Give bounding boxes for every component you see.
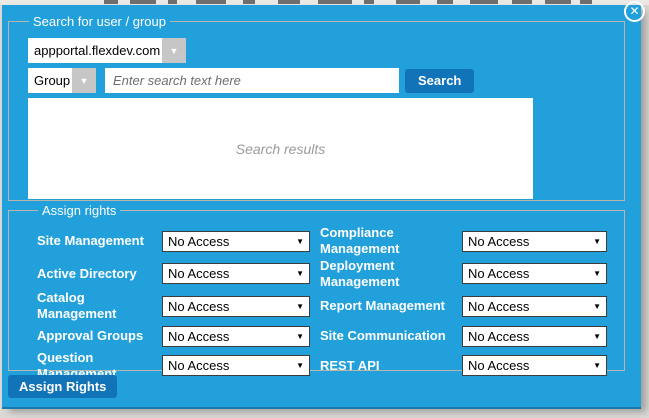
search-groupbox-title: Search for user / group — [29, 14, 170, 29]
chevron-down-icon[interactable]: ▼ — [162, 38, 186, 63]
select-question-management[interactable]: No Access ▼ — [162, 355, 310, 376]
chevron-down-icon: ▼ — [296, 332, 304, 341]
label-site-communication: Site Communication — [310, 328, 462, 344]
select-approval-groups[interactable]: No Access ▼ — [162, 326, 310, 347]
chevron-down-icon: ▼ — [593, 237, 601, 246]
chevron-down-icon: ▼ — [296, 237, 304, 246]
assign-rights-groupbox: Assign rights Site Management No Access … — [8, 203, 625, 371]
select-catalog-management-value: No Access — [168, 299, 229, 314]
chevron-down-icon: ▼ — [593, 332, 601, 341]
select-site-communication-value: No Access — [468, 329, 529, 344]
domain-dropdown-value: appportal.flexdev.com — [28, 38, 162, 63]
search-input[interactable] — [105, 68, 399, 93]
select-site-management[interactable]: No Access ▼ — [162, 231, 310, 252]
label-compliance-management: Compliance Management — [310, 225, 462, 258]
select-catalog-management[interactable]: No Access ▼ — [162, 296, 310, 317]
assign-rights-groupbox-title: Assign rights — [38, 203, 120, 218]
select-report-management-value: No Access — [468, 299, 529, 314]
search-type-dropdown-value: Group — [28, 68, 72, 93]
select-rest-api-value: No Access — [468, 358, 529, 373]
select-report-management[interactable]: No Access ▼ — [462, 296, 607, 317]
select-site-management-value: No Access — [168, 234, 229, 249]
select-approval-groups-value: No Access — [168, 329, 229, 344]
chevron-down-icon: ▼ — [296, 269, 304, 278]
chevron-down-icon[interactable]: ▼ — [72, 68, 96, 93]
chevron-down-icon: ▼ — [593, 269, 601, 278]
label-site-management: Site Management — [37, 233, 162, 249]
search-type-dropdown[interactable]: Group ▼ — [28, 68, 96, 93]
search-results-panel[interactable]: Search results — [28, 98, 533, 199]
select-active-directory[interactable]: No Access ▼ — [162, 263, 310, 284]
label-approval-groups: Approval Groups — [37, 328, 162, 344]
label-rest-api: REST API — [310, 358, 462, 374]
label-report-management: Report Management — [310, 298, 462, 314]
select-deployment-management-value: No Access — [468, 266, 529, 281]
label-deployment-management: Deployment Management — [310, 258, 462, 291]
search-button[interactable]: Search — [405, 69, 474, 93]
label-active-directory: Active Directory — [37, 266, 162, 282]
assign-rights-button[interactable]: Assign Rights — [8, 375, 117, 398]
close-icon[interactable]: ✕ — [624, 1, 645, 22]
assign-rights-dialog: ✕ Search for user / group appportal.flex… — [2, 5, 641, 409]
search-results-placeholder: Search results — [236, 141, 325, 157]
select-compliance-management-value: No Access — [468, 234, 529, 249]
chevron-down-icon: ▼ — [593, 302, 601, 311]
select-site-communication[interactable]: No Access ▼ — [462, 326, 607, 347]
select-rest-api[interactable]: No Access ▼ — [462, 355, 607, 376]
select-deployment-management[interactable]: No Access ▼ — [462, 263, 607, 284]
select-active-directory-value: No Access — [168, 266, 229, 281]
select-question-management-value: No Access — [168, 358, 229, 373]
label-catalog-management: Catalog Management — [37, 290, 162, 323]
domain-dropdown[interactable]: appportal.flexdev.com ▼ — [28, 38, 186, 63]
chevron-down-icon: ▼ — [296, 361, 304, 370]
chevron-down-icon: ▼ — [593, 361, 601, 370]
chevron-down-icon: ▼ — [296, 302, 304, 311]
search-groupbox: Search for user / group appportal.flexde… — [8, 14, 625, 201]
select-compliance-management[interactable]: No Access ▼ — [462, 231, 607, 252]
